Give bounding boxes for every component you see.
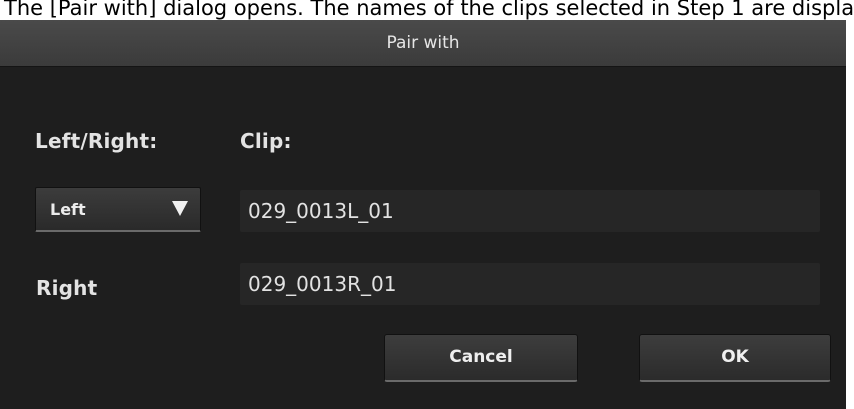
left-right-dropdown[interactable]: Left: [35, 187, 201, 232]
chevron-down-icon: [172, 201, 188, 216]
right-clip-field: 029_0013R_01: [240, 263, 820, 305]
dialog-title: Pair with: [386, 33, 460, 53]
dialog-titlebar[interactable]: Pair with: [0, 20, 846, 67]
clip-label: Clip:: [240, 129, 292, 153]
pair-with-dialog: Pair with Left/Right: Clip: Left 029_001…: [0, 20, 846, 409]
left-right-label: Left/Right:: [35, 129, 158, 153]
right-side-label: Right: [36, 276, 98, 300]
page-margin: [846, 20, 854, 409]
caption-text: The [Pair with] dialog opens. The names …: [4, 0, 854, 20]
left-clip-field: 029_0013L_01: [240, 190, 820, 232]
left-right-dropdown-value: Left: [50, 200, 86, 219]
page: The [Pair with] dialog opens. The names …: [0, 0, 854, 409]
cancel-button[interactable]: Cancel: [384, 334, 578, 382]
ok-button[interactable]: OK: [639, 334, 831, 382]
